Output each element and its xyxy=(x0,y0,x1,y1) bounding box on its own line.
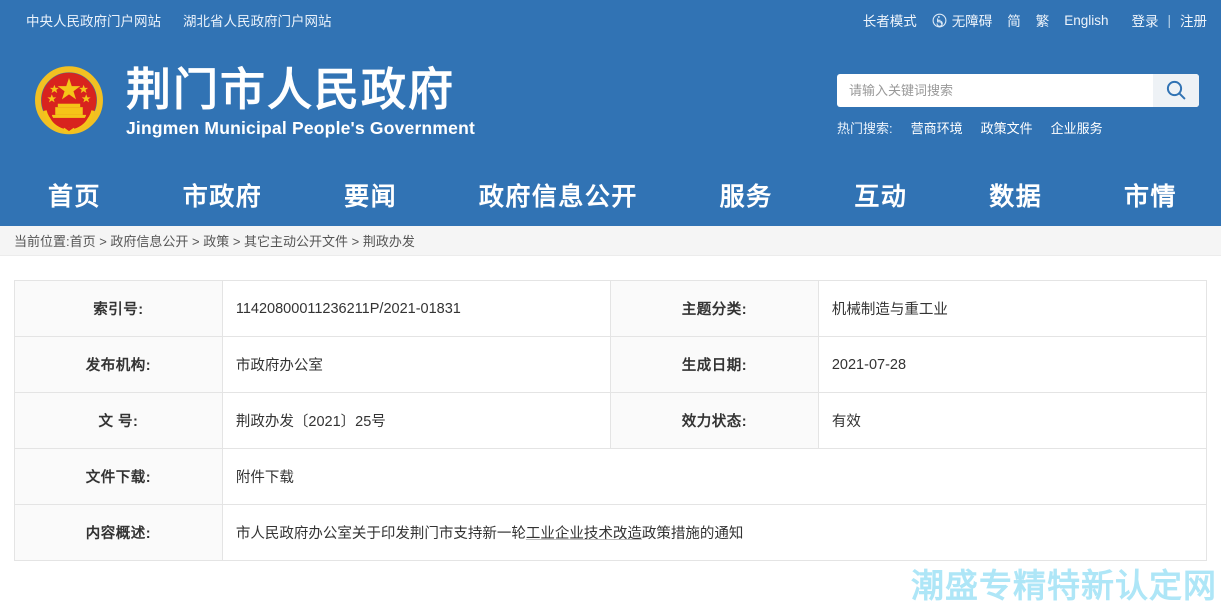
register-link[interactable]: 注册 xyxy=(1180,10,1207,30)
link-central-government[interactable]: 中央人民政府门户网站 xyxy=(26,10,161,30)
site-header: 中央人民政府门户网站 湖北省人民政府门户网站 长者模式 无障碍 简 繁 Engl… xyxy=(0,0,1221,226)
table-row: 文件下载: 附件下载 xyxy=(14,448,1208,505)
hot-search-row: 热门搜索: 营商环境 政策文件 企业服务 xyxy=(837,118,1199,137)
elder-mode-button[interactable]: 长者模式 xyxy=(863,10,917,30)
site-title-cn: 荆门市人民政府 xyxy=(126,62,456,116)
wheelchair-icon xyxy=(932,13,947,28)
national-emblem-icon xyxy=(26,59,112,145)
nav-item-city-profile[interactable]: 市情 xyxy=(1124,177,1177,213)
accessibility-button[interactable]: 无障碍 xyxy=(932,10,993,30)
site-title-en: Jingmen Municipal People's Government xyxy=(126,118,475,139)
breadcrumb-text[interactable]: 当前位置:首页 > 政府信息公开 > 政策 > 其它主动公开文件 > 荆政办发 xyxy=(14,231,415,250)
table-row: 文 号: 荆政办发〔2021〕25号 效力状态: 有效 xyxy=(14,392,1208,449)
table-row: 发布机构: 市政府办公室 生成日期: 2021-07-28 xyxy=(14,336,1208,393)
hot-search-item-0[interactable]: 营商环境 xyxy=(911,118,963,137)
label-validity-status: 效力状态: xyxy=(610,392,819,449)
nav-item-home[interactable]: 首页 xyxy=(48,177,101,213)
hot-search-item-1[interactable]: 政策文件 xyxy=(981,118,1033,137)
document-meta-section: 索引号: 11420800011236211P/2021-01831 主题分类:… xyxy=(0,256,1221,605)
search-box[interactable] xyxy=(837,73,1199,107)
account-links: 登录 | 注册 xyxy=(1131,10,1207,30)
label-document-number: 文 号: xyxy=(14,392,223,449)
lang-english-button[interactable]: English xyxy=(1064,13,1108,28)
label-content-summary: 内容概述: xyxy=(14,504,223,561)
brand-and-search-row: 荆门市人民政府 Jingmen Municipal People's Gover… xyxy=(0,40,1221,164)
summary-text-pre: 市人民政府办公室关于印发荆门市支持新一轮 xyxy=(235,526,526,542)
hot-search-label: 热门搜索: xyxy=(837,120,893,136)
nav-item-news[interactable]: 要闻 xyxy=(344,177,397,213)
value-content-summary[interactable]: 市人民政府办公室关于印发荆门市支持新一轮工业企业技术改造政策措施的通知 xyxy=(222,504,1208,561)
search-button[interactable] xyxy=(1153,73,1199,107)
value-index-number: 11420800011236211P/2021-01831 xyxy=(222,280,611,337)
value-file-download[interactable]: 附件下载 xyxy=(222,448,1208,505)
summary-text-post: 政策措施的通知 xyxy=(641,526,744,542)
login-link[interactable]: 登录 xyxy=(1131,10,1158,30)
label-creation-date: 生成日期: xyxy=(610,336,819,393)
search-icon xyxy=(1164,78,1188,102)
hot-search-item-2[interactable]: 企业服务 xyxy=(1051,118,1103,137)
account-separator: | xyxy=(1167,12,1171,28)
nav-item-interaction[interactable]: 互动 xyxy=(854,177,907,213)
value-issuing-agency: 市政府办公室 xyxy=(222,336,611,393)
label-index-number: 索引号: xyxy=(14,280,223,337)
nav-item-services[interactable]: 服务 xyxy=(720,177,773,213)
lang-simplified-button[interactable]: 简 xyxy=(1007,10,1021,30)
value-topic-category: 机械制造与重工业 xyxy=(818,280,1208,337)
search-input[interactable] xyxy=(837,73,1153,107)
watermark: 潮盛专精特新认定网 xyxy=(911,566,1217,605)
top-tools: 长者模式 无障碍 简 繁 English 登录 | 注册 xyxy=(863,10,1207,30)
search-area: 热门搜索: 营商环境 政策文件 企业服务 xyxy=(837,68,1199,137)
label-file-download: 文件下载: xyxy=(14,448,223,505)
document-info-table: 索引号: 11420800011236211P/2021-01831 主题分类:… xyxy=(14,280,1208,561)
top-utility-bar: 中央人民政府门户网站 湖北省人民政府门户网站 长者模式 无障碍 简 繁 Engl… xyxy=(0,0,1221,40)
value-document-number: 荆政办发〔2021〕25号 xyxy=(222,392,611,449)
nav-item-city-government[interactable]: 市政府 xyxy=(183,177,263,213)
table-row: 索引号: 11420800011236211P/2021-01831 主题分类:… xyxy=(14,280,1208,337)
accessibility-label: 无障碍 xyxy=(951,14,993,29)
site-brand[interactable]: 荆门市人民政府 Jingmen Municipal People's Gover… xyxy=(26,59,475,145)
value-validity-status: 有效 xyxy=(818,392,1208,449)
nav-item-government-info-disclosure[interactable]: 政府信息公开 xyxy=(479,177,638,213)
lang-traditional-button[interactable]: 繁 xyxy=(1036,10,1050,30)
link-hubei-government[interactable]: 湖北省人民政府门户网站 xyxy=(183,10,332,30)
summary-text-underlined: 工业企业技术改造 xyxy=(525,526,642,542)
value-creation-date: 2021-07-28 xyxy=(818,336,1208,393)
main-navigation: 首页 市政府 要闻 政府信息公开 服务 互动 数据 市情 xyxy=(0,164,1221,226)
brand-text: 荆门市人民政府 Jingmen Municipal People's Gover… xyxy=(126,62,475,139)
label-issuing-agency: 发布机构: xyxy=(14,336,223,393)
nav-item-data[interactable]: 数据 xyxy=(989,177,1042,213)
table-row: 内容概述: 市人民政府办公室关于印发荆门市支持新一轮工业企业技术改造政策措施的通… xyxy=(14,504,1208,561)
label-topic-category: 主题分类: xyxy=(610,280,819,337)
breadcrumb: 当前位置:首页 > 政府信息公开 > 政策 > 其它主动公开文件 > 荆政办发 xyxy=(0,226,1221,256)
top-external-links: 中央人民政府门户网站 湖北省人民政府门户网站 xyxy=(26,10,332,30)
